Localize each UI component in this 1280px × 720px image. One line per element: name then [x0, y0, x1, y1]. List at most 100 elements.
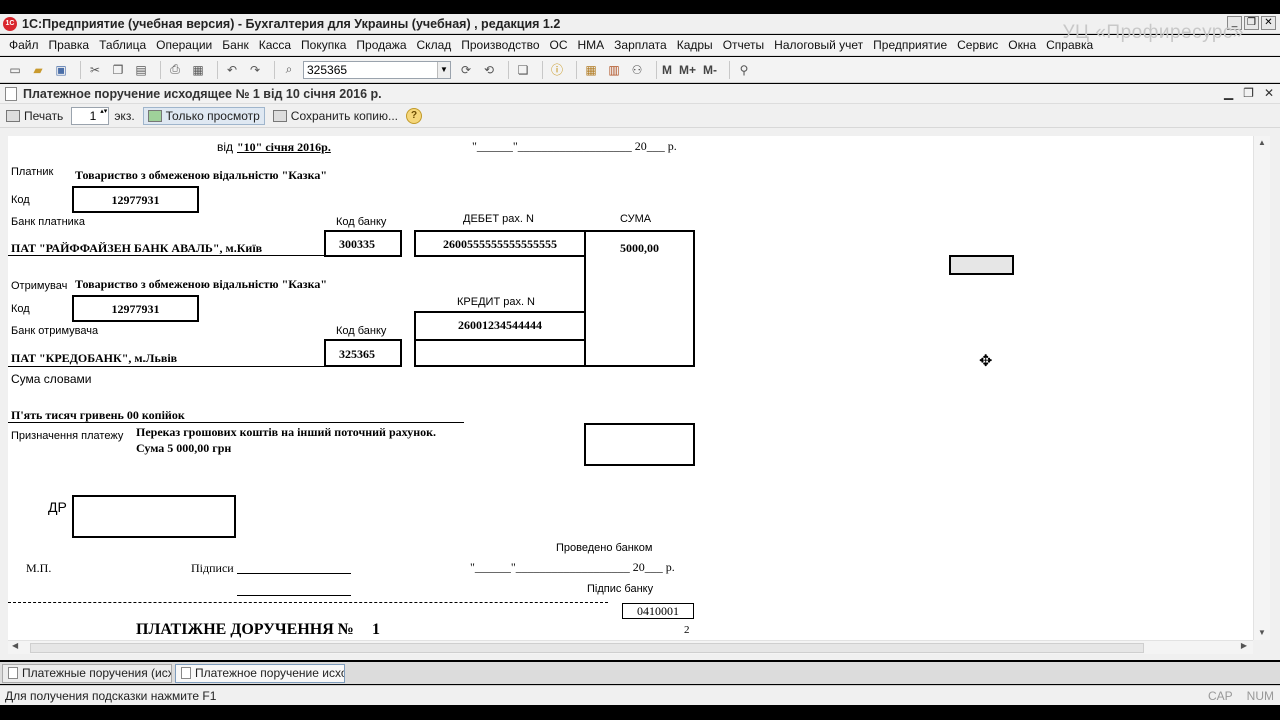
- menu-purchase[interactable]: Покупка: [296, 38, 351, 52]
- menu-sale[interactable]: Продажа: [351, 38, 411, 52]
- processed-label: Проведено банком: [556, 542, 653, 554]
- menu-operations[interactable]: Операции: [151, 38, 217, 52]
- save-copy-button[interactable]: Сохранить копию...: [272, 109, 398, 123]
- menu-edit[interactable]: Правка: [44, 38, 95, 52]
- calendar-icon[interactable]: ▥: [605, 61, 623, 79]
- purpose-line-1: Переказ грошових коштів на інший поточни…: [136, 425, 437, 439]
- payer-code-label: Код: [11, 194, 30, 206]
- date-prefix: від: [217, 140, 234, 154]
- menu-fixed-assets[interactable]: ОС: [545, 38, 573, 52]
- windows-icon[interactable]: ❏: [514, 61, 532, 79]
- help-icon[interactable]: ?: [406, 107, 423, 124]
- app-logo-icon: 1C: [3, 16, 17, 31]
- menu-windows[interactable]: Окна: [1003, 38, 1041, 52]
- memory-button[interactable]: M: [662, 63, 672, 77]
- copy-icon[interactable]: ❐: [109, 61, 127, 79]
- search-icon[interactable]: ⌕: [280, 61, 298, 79]
- next-order-number: 1: [372, 621, 380, 638]
- recipient-bank-label: Банк отримувача: [11, 325, 99, 337]
- menu-warehouse[interactable]: Склад: [412, 38, 457, 52]
- doc-close-button[interactable]: ✕: [1264, 86, 1274, 100]
- menu-file[interactable]: Файл: [4, 38, 44, 52]
- purpose-side-box[interactable]: [584, 423, 695, 466]
- amount-words: П'ять тисяч гривень 00 копійок: [11, 408, 185, 422]
- info-icon[interactable]: ⓘ: [548, 61, 566, 79]
- menu-service[interactable]: Сервис: [952, 38, 1003, 52]
- recipient-bank-name: ПАТ "КРЕДОБАНК", м.Львів: [11, 351, 178, 365]
- selected-cell[interactable]: [949, 255, 1014, 275]
- memory-plus-button[interactable]: M+: [679, 63, 696, 77]
- num-lock-indicator: NUM: [1246, 689, 1274, 703]
- next-order-title: ПЛАТІЖНЕ ДОРУЧЕННЯ №: [136, 621, 354, 638]
- payer-name: Товариство з обмеженою відальністю "Казк…: [75, 168, 328, 182]
- cut-icon[interactable]: ✂: [86, 61, 104, 79]
- tab-payment-order[interactable]: Платежное поручение исхо...: [175, 663, 345, 683]
- doc-restore-button[interactable]: ❐: [1243, 86, 1254, 100]
- menu-production[interactable]: Производство: [456, 38, 544, 52]
- preview-icon[interactable]: ▦: [189, 61, 207, 79]
- tab-payment-orders-list[interactable]: Платежные поручения (исх...: [2, 663, 172, 683]
- scroll-down-icon[interactable]: ▼: [1254, 626, 1270, 640]
- document-icon: [181, 667, 191, 679]
- print-button[interactable]: Печать: [6, 109, 63, 123]
- dr-box[interactable]: [72, 495, 236, 538]
- paste-icon[interactable]: ▤: [132, 61, 150, 79]
- window-title: 1С:Предприятие (учебная версия) - Бухгал…: [22, 16, 561, 31]
- disk-icon: [272, 109, 287, 122]
- recipient-label: Отримувач: [11, 280, 68, 292]
- redo-icon[interactable]: ↷: [246, 61, 264, 79]
- stamp-label: М.П.: [26, 561, 52, 575]
- menu-bank[interactable]: Банк: [217, 38, 253, 52]
- bank-signature-label: Підпис банку: [587, 583, 654, 595]
- menu-enterprise[interactable]: Предприятие: [868, 38, 952, 52]
- open-folder-icon[interactable]: ▰: [29, 61, 47, 79]
- scroll-right-icon[interactable]: ▶: [1241, 641, 1247, 650]
- menu-reports[interactable]: Отчеты: [718, 38, 769, 52]
- status-hint: Для получения подсказки нажмите F1: [5, 688, 217, 703]
- payer-bank-label: Банк платника: [11, 216, 85, 228]
- view-only-button[interactable]: Только просмотр: [142, 106, 265, 125]
- recipient-name: Товариство з обмеженою відальністю "Казк…: [75, 277, 328, 291]
- sum-label: СУМА: [620, 213, 652, 225]
- menu-cash[interactable]: Касса: [254, 38, 296, 52]
- vertical-scrollbar[interactable]: ▲ ▼: [1253, 136, 1270, 640]
- copies-stepper[interactable]: 1: [71, 106, 110, 125]
- processed-date-blank: "______"___________________ 20___ р.: [470, 560, 675, 574]
- menu-tax[interactable]: Налоговый учет: [769, 38, 868, 52]
- save-icon[interactable]: ▣: [52, 61, 70, 79]
- print-icon[interactable]: ⎙: [166, 61, 184, 79]
- scroll-up-icon[interactable]: ▲: [1254, 136, 1270, 150]
- doc-minimize-button[interactable]: ▁: [1224, 86, 1233, 100]
- scroll-left-icon[interactable]: ◀: [12, 641, 18, 650]
- list-icon: [8, 667, 18, 679]
- menu-table[interactable]: Таблица: [94, 38, 151, 52]
- find-prev-icon[interactable]: ⟲: [480, 61, 498, 79]
- document-title: Платежное поручение исходящее № 1 від 10…: [23, 86, 382, 101]
- debit-label: ДЕБЕТ рах. N: [463, 213, 534, 225]
- document-toolbar: Печать 1 экз. Только просмотр Сохранить …: [0, 104, 1280, 128]
- purpose-line-2: Сума 5 000,00 грн: [136, 441, 232, 455]
- memory-minus-button[interactable]: M-: [703, 63, 717, 77]
- search-input[interactable]: 325365 ▼: [303, 60, 451, 79]
- restore-button[interactable]: ❐: [1244, 16, 1259, 30]
- find-next-icon[interactable]: ⟳: [457, 61, 475, 79]
- calculator-icon[interactable]: ▦: [582, 61, 600, 79]
- date-blank-right: "______"___________________ 20___ р.: [472, 139, 677, 153]
- horizontal-scrollbar[interactable]: ◀ ▶: [8, 640, 1253, 654]
- status-bar: Для получения подсказки нажмите F1 CAP N…: [0, 685, 1280, 705]
- amount-words-label: Сума словами: [11, 372, 92, 386]
- menu-salary[interactable]: Зарплата: [609, 38, 672, 52]
- menu-hr[interactable]: Кадры: [672, 38, 718, 52]
- menu-intangibles[interactable]: НМА: [573, 38, 610, 52]
- close-button[interactable]: ✕: [1261, 16, 1276, 30]
- undo-icon[interactable]: ↶: [223, 61, 241, 79]
- chevron-down-icon[interactable]: ▼: [437, 61, 450, 78]
- recipient-code: 12977931: [111, 302, 160, 316]
- users-icon[interactable]: ⚇: [628, 61, 646, 79]
- payer-bank-code: 300335: [339, 237, 375, 251]
- new-document-icon[interactable]: ▭: [6, 61, 24, 79]
- document-date: "10" січня 2016р.: [237, 140, 331, 154]
- settings-icon[interactable]: ⚲: [735, 61, 753, 79]
- view-only-icon: [147, 109, 162, 122]
- scroll-thumb[interactable]: [30, 643, 1144, 653]
